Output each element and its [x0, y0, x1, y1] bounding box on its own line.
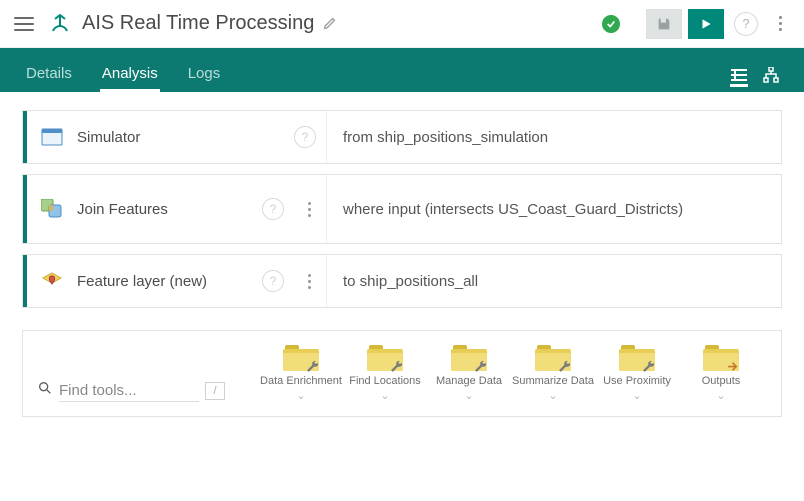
- chevron-down-icon: ⌄: [464, 389, 473, 402]
- wrench-icon: [305, 359, 319, 373]
- view-toggle: [730, 66, 780, 92]
- step-row: Simulator ? from ship_positions_simulati…: [22, 110, 782, 164]
- category-label: Manage Data: [436, 375, 502, 388]
- feature-layer-icon: [41, 270, 63, 292]
- wrench-icon: [473, 359, 487, 373]
- step-overflow-icon[interactable]: [302, 274, 316, 289]
- step-name: Simulator: [77, 129, 280, 146]
- step-overflow-icon[interactable]: [302, 202, 316, 217]
- tab-bar: Details Analysis Logs: [0, 48, 804, 92]
- edit-title-icon[interactable]: [322, 16, 337, 31]
- step-row: Join Features ? where input (intersects …: [22, 174, 782, 244]
- chevron-down-icon: ⌄: [380, 389, 389, 402]
- category-label: Data Enrichment: [260, 375, 342, 388]
- save-button[interactable]: [646, 9, 682, 39]
- step-row: Feature layer (new) ? to ship_positions_…: [22, 254, 782, 308]
- join-features-icon: [41, 198, 63, 220]
- analysis-body: Simulator ? from ship_positions_simulati…: [0, 92, 804, 417]
- app-header: AIS Real Time Processing ?: [0, 0, 804, 48]
- step-left[interactable]: Feature layer (new) ?: [27, 255, 327, 307]
- wrench-icon: [389, 359, 403, 373]
- step-detail: from ship_positions_simulation: [327, 111, 781, 163]
- tab-analysis[interactable]: Analysis: [100, 65, 160, 92]
- chevron-down-icon: ⌄: [716, 389, 725, 402]
- category-find-locations[interactable]: Find Locations ⌄: [343, 345, 427, 402]
- step-name: Join Features: [77, 201, 248, 218]
- arrow-out-icon: [725, 359, 739, 373]
- category-outputs[interactable]: Outputs ⌄: [679, 345, 763, 402]
- category-summarize-data[interactable]: Summarize Data ⌄: [511, 345, 595, 402]
- step-left[interactable]: Simulator ?: [27, 111, 327, 163]
- header-overflow-icon[interactable]: [770, 16, 790, 31]
- find-tools-input[interactable]: [59, 380, 199, 402]
- tab-logs[interactable]: Logs: [186, 65, 223, 92]
- search-icon: [37, 380, 53, 401]
- app-logo-icon: [48, 12, 72, 36]
- tab-details[interactable]: Details: [24, 65, 74, 92]
- tool-categories: Data Enrichment ⌄ Find Locations ⌄ Manag…: [259, 345, 763, 402]
- category-label: Summarize Data: [512, 375, 594, 388]
- graph-view-icon[interactable]: [762, 66, 780, 84]
- step-help-icon[interactable]: ?: [294, 126, 316, 148]
- step-detail: where input (intersects US_Coast_Guard_D…: [327, 175, 781, 243]
- wrench-icon: [641, 359, 655, 373]
- category-manage-data[interactable]: Manage Data ⌄: [427, 345, 511, 402]
- step-left[interactable]: Join Features ?: [27, 175, 327, 243]
- category-data-enrichment[interactable]: Data Enrichment ⌄: [259, 345, 343, 402]
- step-help-icon[interactable]: ?: [262, 198, 284, 220]
- step-detail: to ship_positions_all: [327, 255, 781, 307]
- category-use-proximity[interactable]: Use Proximity ⌄: [595, 345, 679, 402]
- chevron-down-icon: ⌄: [548, 389, 557, 402]
- step-name: Feature layer (new): [77, 273, 248, 290]
- category-label: Use Proximity: [603, 375, 671, 388]
- list-view-icon[interactable]: [730, 69, 748, 87]
- status-ok-icon: [602, 15, 620, 33]
- simulator-icon: [41, 126, 63, 148]
- wrench-icon: [557, 359, 571, 373]
- run-button[interactable]: [688, 9, 724, 39]
- page-title: AIS Real Time Processing: [82, 12, 314, 35]
- chevron-down-icon: ⌄: [632, 389, 641, 402]
- category-label: Outputs: [702, 375, 741, 388]
- tool-tray: / Data Enrichment ⌄ Find Locations ⌄ Man…: [22, 330, 782, 417]
- find-tools: /: [37, 380, 245, 402]
- step-help-icon[interactable]: ?: [262, 270, 284, 292]
- category-label: Find Locations: [349, 375, 421, 388]
- hamburger-menu-icon[interactable]: [14, 17, 34, 31]
- chevron-down-icon: ⌄: [296, 389, 305, 402]
- header-help-icon[interactable]: ?: [734, 12, 758, 36]
- shortcut-hint: /: [205, 382, 225, 400]
